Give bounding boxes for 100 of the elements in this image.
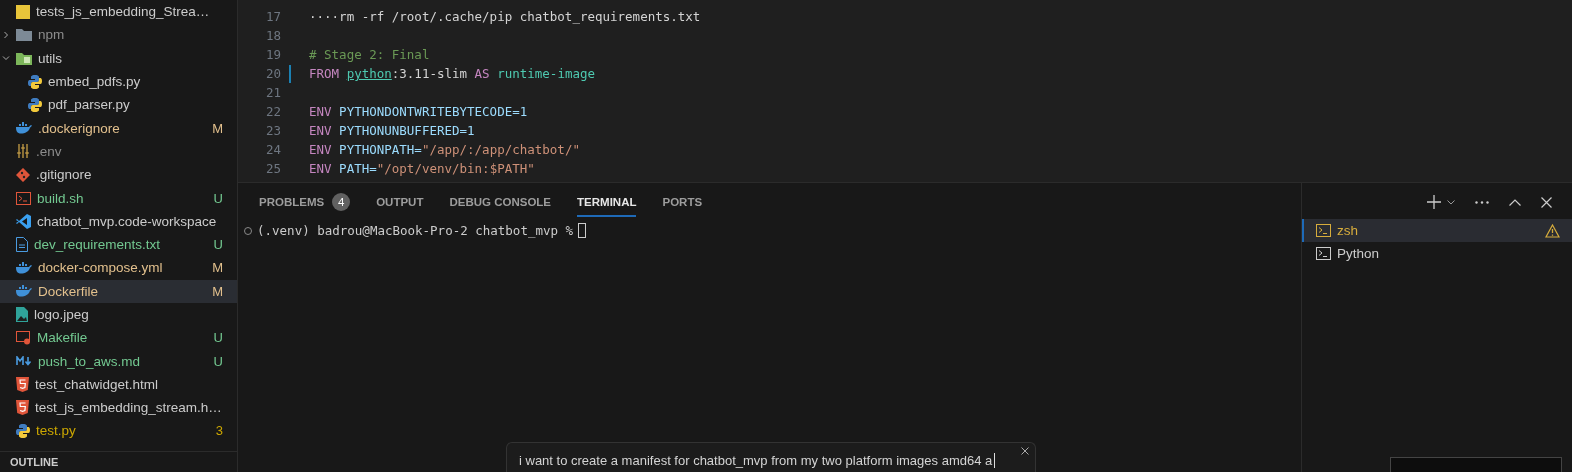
file-tree-item[interactable]: dev_requirements.txt U — [0, 232, 237, 257]
file-tree-item[interactable]: npm — [0, 23, 237, 47]
plus-icon[interactable] — [1427, 195, 1441, 209]
file-name: .env — [36, 143, 63, 159]
markdown-icon — [16, 356, 32, 367]
file-name: test.py — [36, 423, 77, 439]
whale-icon — [16, 261, 32, 274]
close-icon[interactable] — [1021, 447, 1029, 455]
file-tree-item[interactable]: .env — [0, 139, 237, 164]
git-status-label: U — [213, 353, 223, 369]
chevron-down-icon[interactable] — [1447, 199, 1455, 205]
file-name: embed_pdfs.py — [48, 74, 142, 90]
code-line: ENV PYTHONUNBUFFERED=1 — [309, 123, 475, 138]
file-tree-item[interactable]: test_chatwidget.html — [0, 372, 237, 397]
terminal-name: zsh — [1337, 223, 1359, 238]
file-tree-item[interactable]: build.sh U — [0, 186, 237, 210]
panel-tab[interactable]: PORTS — [662, 193, 703, 217]
document-icon — [16, 237, 28, 253]
terminal-list-item[interactable]: Python — [1302, 242, 1572, 265]
outline-header[interactable]: OUTLINE — [0, 451, 237, 472]
file-tree-item[interactable]: chatbot_mvp.code-workspace — [0, 209, 237, 233]
html5-icon — [16, 376, 29, 392]
file-name: .dockerignore — [38, 120, 121, 136]
line-number: 25 — [264, 161, 281, 176]
line-number: 24 — [264, 142, 281, 157]
file-name: dev_requirements.txt — [34, 237, 162, 253]
git-status-label: M — [212, 120, 223, 136]
line-number: 20 — [264, 66, 281, 81]
gear-window-icon — [16, 330, 31, 345]
git-status-label: M — [212, 283, 223, 299]
terminal-icon — [16, 191, 31, 205]
line-number: 18 — [264, 28, 281, 43]
file-tree-item[interactable]: .dockerignore M — [0, 116, 237, 140]
file-name: Dockerfile — [38, 283, 100, 299]
file-name: utils — [38, 50, 63, 66]
file-name: build.sh — [37, 190, 85, 206]
folder-icon — [16, 28, 32, 42]
close-icon[interactable] — [1541, 196, 1552, 208]
git-status-label: U — [213, 237, 223, 253]
file-tree-item[interactable]: test_js_embedding_stream.h… — [0, 396, 237, 420]
count-badge: 4 — [332, 193, 351, 211]
file-name: .gitignore — [36, 167, 93, 183]
python-icon — [28, 97, 42, 112]
terminal-name: Python — [1337, 246, 1381, 261]
git-icon — [16, 167, 30, 182]
whale-icon — [16, 122, 32, 135]
file-name: chatbot_mvp.code-workspace — [37, 213, 218, 229]
file-tree-item[interactable]: embed_pdfs.py — [0, 69, 237, 94]
git-status-label: U — [213, 330, 223, 346]
code-line: # Stage 2: Final — [309, 47, 430, 62]
file-tree-item[interactable]: docker-compose.yml M — [0, 256, 237, 280]
panel-tab[interactable]: DEBUG CONSOLE — [449, 193, 552, 217]
terminal-list-item[interactable]: zsh — [1302, 219, 1572, 242]
file-name: tests_js_embedding_Strea… — [36, 4, 211, 20]
line-number: 21 — [264, 85, 281, 100]
panel-tab[interactable]: OUTPUT — [376, 193, 424, 217]
code-line: FROM python:3.11-slim AS runtime-image — [309, 66, 595, 81]
file-tree-item[interactable]: test.py 3 — [0, 419, 237, 443]
terminal-cursor — [578, 223, 587, 238]
file-tree-item[interactable]: utils — [0, 46, 237, 70]
file-tree-item[interactable]: logo.jpeg — [0, 302, 237, 327]
code-line: ENV PYTHONPATH="/app/:/app/chatbot/" — [309, 142, 580, 157]
file-tree-item[interactable]: Dockerfile M — [0, 279, 237, 303]
line-number: 17 — [264, 9, 281, 24]
file-tree-item[interactable]: push_to_aws.md U — [0, 349, 237, 373]
file-tree-item[interactable]: tests_js_embedding_Strea… — [0, 0, 237, 24]
file-name: test_chatwidget.html — [35, 376, 160, 392]
panel-tab[interactable]: PROBLEMS 4 — [259, 193, 351, 217]
code-line: ENV PYTHONDONTWRITEBYTECODE=1 — [309, 104, 528, 119]
panel-tab[interactable]: TERMINAL — [577, 193, 637, 217]
folder-open-icon — [16, 51, 32, 65]
terminal-prompt: (.venv) badrou@MacBook-Pro-2 chatbot_mvp % — [257, 223, 574, 238]
file-name: Makefile — [37, 330, 89, 346]
terminal-icon — [1316, 224, 1331, 237]
git-status-label: U — [213, 190, 223, 206]
file-name: push_to_aws.md — [38, 353, 142, 369]
file-name: test_js_embedding_stream.h… — [35, 400, 223, 416]
git-status-label: M — [212, 260, 223, 276]
file-name: npm — [38, 27, 66, 43]
line-number: 22 — [264, 104, 281, 119]
more-icon[interactable] — [1475, 200, 1489, 204]
git-status-label: 3 — [215, 423, 223, 439]
file-tree-item[interactable]: Makefile U — [0, 326, 237, 350]
whale-icon — [16, 285, 32, 298]
file-tree-item[interactable]: .gitignore — [0, 163, 237, 187]
code-line: ENV PATH="/opt/venv/bin:$PATH" — [309, 161, 535, 176]
terminal-icon — [1316, 247, 1331, 260]
vscode-icon — [16, 213, 31, 229]
file-name: logo.jpeg — [34, 307, 90, 322]
file-name: pdf_parser.py — [48, 97, 131, 113]
image-file-icon — [16, 307, 28, 322]
file-name: docker-compose.yml — [38, 260, 164, 276]
sliders-icon — [16, 144, 30, 159]
html5-icon — [16, 400, 29, 416]
file-tree-item[interactable]: pdf_parser.py — [0, 93, 237, 117]
line-number: 19 — [264, 47, 281, 62]
python-icon — [28, 74, 42, 89]
chevron-up-icon[interactable] — [1509, 198, 1521, 206]
code-line: ····rm -rf /root/.cache/pip chatbot_requirements.txt — [309, 9, 701, 24]
chat-input-field[interactable]: i want to create a manifest for chatbot_mvp from my two platform images amd64 a — [506, 442, 1036, 472]
